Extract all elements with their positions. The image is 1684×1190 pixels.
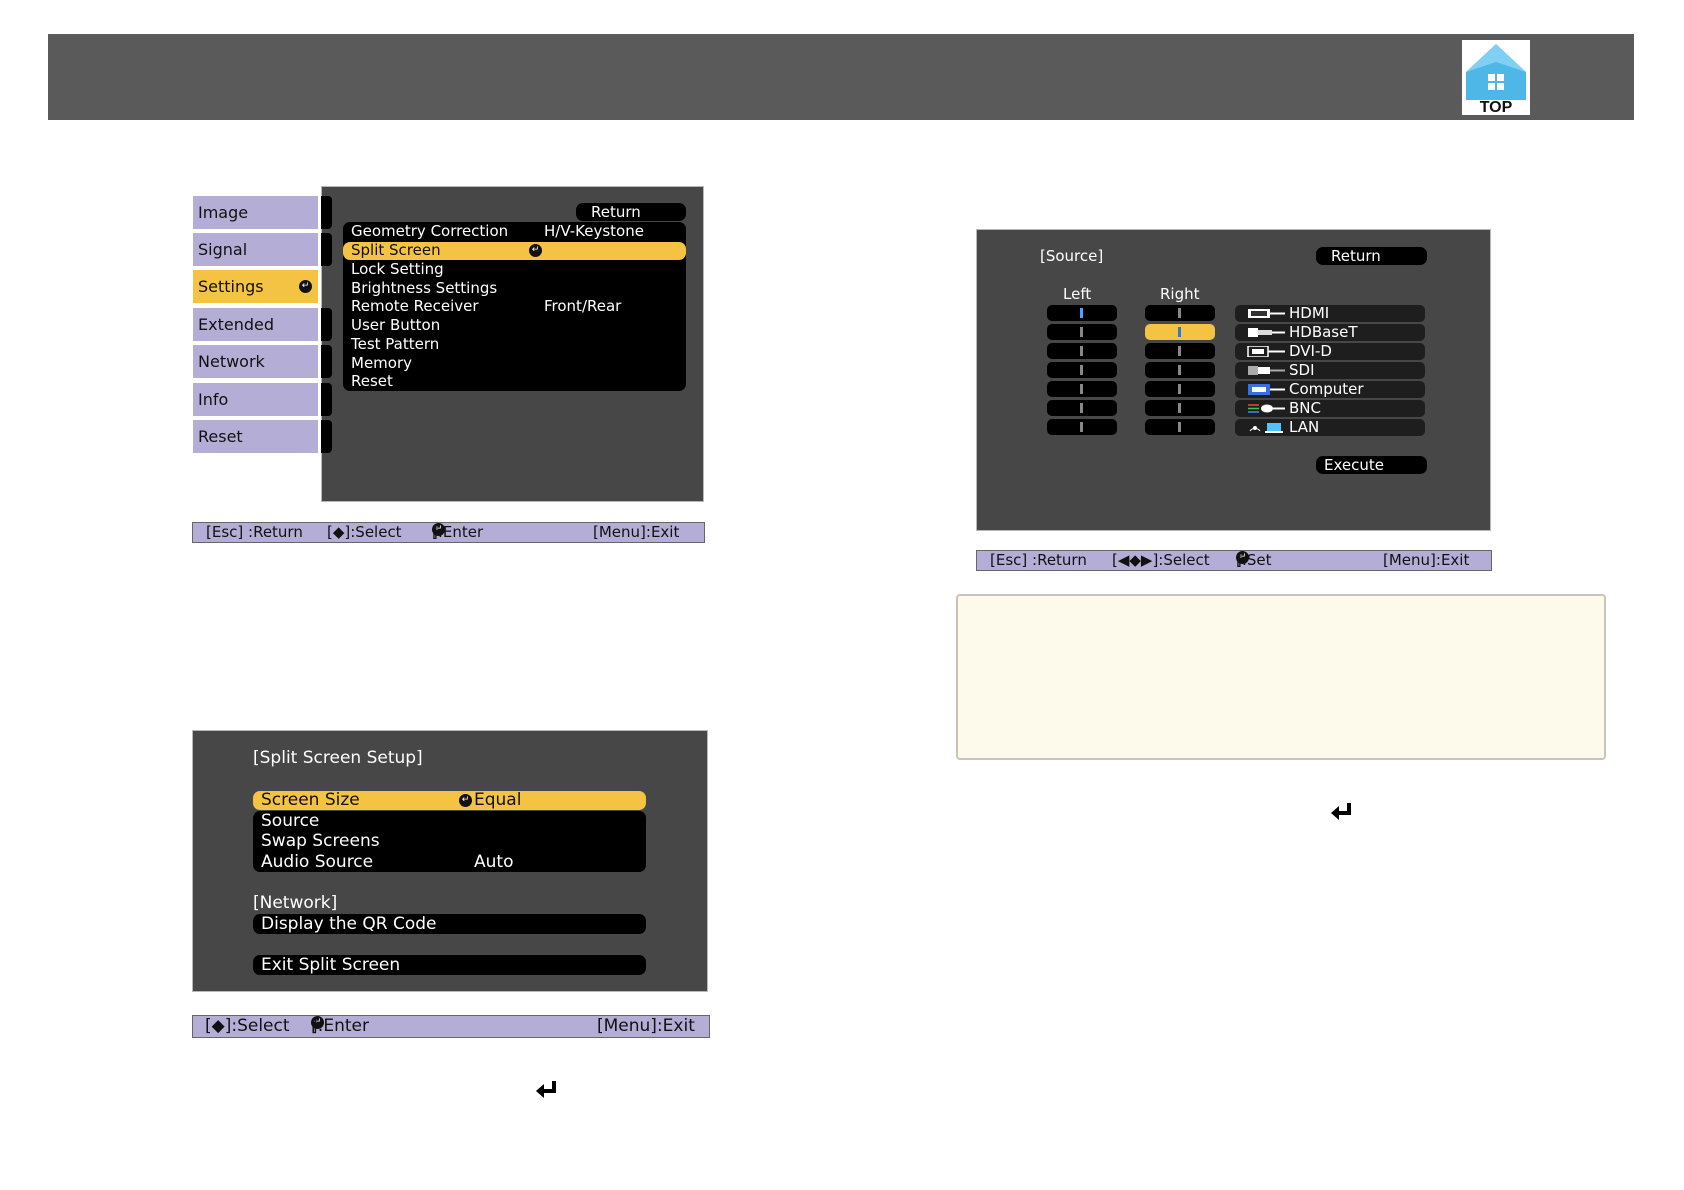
source-label: BNC bbox=[1289, 399, 1321, 417]
settings-row-value: Front/Rear bbox=[544, 297, 622, 315]
split-status-bar: [◆]:Select [↵]:Enter [Menu]:Exit bbox=[192, 1015, 710, 1038]
left-slot-hdmi[interactable] bbox=[1047, 305, 1117, 321]
settings-row-label[interactable]: Test Pattern bbox=[351, 335, 439, 353]
tab-settings-label: Settings bbox=[198, 277, 264, 296]
page-header bbox=[48, 34, 1634, 120]
split-row-value: Equal bbox=[474, 790, 522, 810]
right-slot-dvid[interactable] bbox=[1145, 343, 1215, 359]
status-esc: [Esc] :Return bbox=[990, 551, 1087, 569]
source-label: SDI bbox=[1289, 361, 1315, 379]
settings-row-label-selected[interactable]: Split Screen bbox=[351, 241, 441, 259]
bnc-icon bbox=[1248, 404, 1285, 413]
svg-text:TOP: TOP bbox=[1480, 99, 1513, 115]
sdi-icon bbox=[1248, 366, 1285, 375]
right-slot-lan[interactable] bbox=[1145, 419, 1215, 435]
source-label: Computer bbox=[1289, 380, 1364, 398]
qr-code-label[interactable]: Display the QR Code bbox=[261, 914, 437, 934]
right-slot-computer[interactable] bbox=[1145, 381, 1215, 397]
enter-icon: ↵ bbox=[299, 280, 312, 293]
computer-icon bbox=[1248, 384, 1285, 395]
hdbaset-icon bbox=[1248, 328, 1285, 337]
lan-icon bbox=[1249, 423, 1283, 433]
split-screen-title: [Split Screen Setup] bbox=[253, 748, 423, 768]
source-status-bar: [Esc] :Return [◀◆▶]:Select [↵]:Set [Menu… bbox=[976, 550, 1492, 571]
left-slot-hdbaset[interactable] bbox=[1047, 324, 1117, 340]
source-row-computer: Computer bbox=[1235, 380, 1425, 398]
note-box bbox=[956, 594, 1606, 760]
tab-info[interactable]: Info bbox=[193, 383, 318, 416]
split-row-value: Auto bbox=[474, 852, 514, 872]
network-heading: [Network] bbox=[253, 893, 338, 913]
return-arrow-icon bbox=[1331, 803, 1351, 820]
status-menu: [Menu]:Exit bbox=[597, 1016, 695, 1036]
enter-icon: ↵ bbox=[529, 244, 542, 257]
tab-reset[interactable]: Reset bbox=[193, 420, 318, 453]
top-logo-icon[interactable]: TOP bbox=[1462, 40, 1530, 115]
status-menu: [Menu]:Exit bbox=[593, 523, 680, 541]
settings-row-value: H/V-Keystone bbox=[544, 222, 644, 240]
right-slot-bnc[interactable] bbox=[1145, 400, 1215, 416]
right-column-header: Right bbox=[1160, 285, 1200, 303]
left-slot-bnc[interactable] bbox=[1047, 400, 1117, 416]
source-title: [Source] bbox=[1040, 247, 1104, 265]
execute-button[interactable]: Execute bbox=[1316, 456, 1427, 474]
source-row-hdmi: HDMI bbox=[1235, 304, 1425, 322]
tab-image[interactable]: Image bbox=[193, 196, 318, 229]
right-slot-hdbaset[interactable] bbox=[1145, 324, 1215, 340]
tab-stub bbox=[321, 345, 332, 378]
settings-row-label[interactable]: Memory bbox=[351, 354, 412, 372]
source-row-hdbaset: HDBaseT bbox=[1235, 323, 1425, 341]
return-button[interactable]: Return bbox=[576, 203, 686, 221]
tab-stub bbox=[321, 196, 332, 229]
tab-settings[interactable]: Settings ↵ bbox=[193, 270, 318, 303]
status-select: [◆]:Select bbox=[205, 1016, 290, 1036]
source-label: DVI-D bbox=[1289, 342, 1332, 360]
split-row-label[interactable]: Swap Screens bbox=[261, 831, 380, 851]
source-panel bbox=[976, 229, 1491, 531]
settings-row-label[interactable]: Lock Setting bbox=[351, 260, 444, 278]
source-row-bnc: BNC bbox=[1235, 399, 1425, 417]
tab-stub bbox=[321, 420, 332, 453]
left-slot-lan[interactable] bbox=[1047, 419, 1117, 435]
return-arrow-icon bbox=[536, 1081, 556, 1098]
status-select: [◀◆▶]:Select bbox=[1112, 551, 1210, 569]
source-return-button[interactable]: Return bbox=[1316, 247, 1427, 265]
status-menu: [Menu]:Exit bbox=[1383, 551, 1470, 569]
split-row-label[interactable]: Audio Source bbox=[261, 852, 373, 872]
settings-row-label[interactable]: Geometry Correction bbox=[351, 222, 508, 240]
status-esc: [Esc] :Return bbox=[206, 523, 303, 541]
settings-row-label[interactable]: Remote Receiver bbox=[351, 297, 479, 315]
source-label: LAN bbox=[1289, 418, 1320, 436]
source-label: HDBaseT bbox=[1289, 323, 1358, 341]
status-select: [◆]:Select bbox=[327, 523, 402, 541]
dvid-icon bbox=[1247, 346, 1285, 357]
tab-network[interactable]: Network bbox=[193, 345, 318, 378]
settings-row-label[interactable]: User Button bbox=[351, 316, 440, 334]
right-slot-sdi[interactable] bbox=[1145, 362, 1215, 378]
left-column-header: Left bbox=[1063, 285, 1092, 303]
settings-row-label[interactable]: Reset bbox=[351, 372, 393, 390]
source-row-lan: LAN bbox=[1235, 418, 1425, 436]
tab-extended[interactable]: Extended bbox=[193, 308, 318, 341]
source-row-dvid: DVI-D bbox=[1235, 342, 1425, 360]
settings-status-bar: [Esc] :Return [◆]:Select [↵]:Enter [Menu… bbox=[192, 522, 705, 543]
tab-signal[interactable]: Signal bbox=[193, 233, 318, 266]
split-row-label-selected[interactable]: Screen Size bbox=[261, 790, 360, 810]
enter-icon: ↵ bbox=[459, 794, 472, 807]
settings-row-label[interactable]: Brightness Settings bbox=[351, 279, 497, 297]
hdmi-icon bbox=[1248, 309, 1285, 318]
tab-stub bbox=[321, 383, 332, 416]
right-slot-hdmi[interactable] bbox=[1145, 305, 1215, 321]
split-row-label[interactable]: Source bbox=[261, 811, 319, 831]
left-slot-dvid[interactable] bbox=[1047, 343, 1117, 359]
tab-stub bbox=[321, 233, 332, 266]
source-row-sdi: SDI bbox=[1235, 361, 1425, 379]
exit-split-label[interactable]: Exit Split Screen bbox=[261, 955, 400, 975]
tab-stub bbox=[321, 308, 332, 341]
left-slot-computer[interactable] bbox=[1047, 381, 1117, 397]
left-slot-sdi[interactable] bbox=[1047, 362, 1117, 378]
source-label: HDMI bbox=[1289, 304, 1330, 322]
